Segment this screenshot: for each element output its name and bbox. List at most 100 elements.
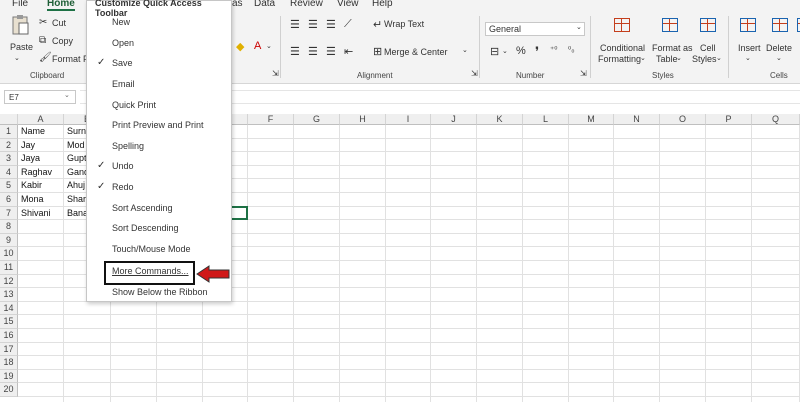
font-color-icon[interactable]: A	[254, 40, 261, 52]
cell-styles-icon[interactable]	[700, 18, 716, 32]
wrap-text-button[interactable]: Wrap Text	[384, 19, 424, 29]
cell-styles-label[interactable]: Styles	[692, 54, 717, 64]
accounting-dropdown-icon[interactable]: ⌄	[502, 47, 508, 55]
tab-help[interactable]: Help	[372, 0, 393, 9]
row-header[interactable]: 3	[0, 152, 18, 166]
row-header[interactable]: 4	[0, 165, 18, 180]
column-header[interactable]: K	[477, 114, 523, 125]
qat-menu-item[interactable]: Email	[87, 76, 231, 94]
conditional-formatting-icon[interactable]	[614, 18, 630, 32]
cell-a[interactable]: Kabir	[21, 180, 63, 190]
formatting-label[interactable]: Formatting	[598, 54, 641, 64]
align-top-icon[interactable]: ☰	[290, 18, 300, 31]
qat-menu-item[interactable]: Touch/Mouse Mode	[87, 241, 231, 259]
row-header[interactable]: 12	[0, 274, 18, 289]
row-header[interactable]: 6	[0, 193, 18, 207]
qat-menu-item[interactable]: ✓ Redo	[87, 179, 231, 197]
table-label[interactable]: Table	[656, 54, 678, 64]
column-header[interactable]: F	[248, 114, 294, 125]
cell-b[interactable]: Surn	[67, 126, 87, 136]
cell-b[interactable]: Shar	[67, 194, 87, 204]
row-header[interactable]: 8	[0, 220, 18, 234]
insert-dropdown-icon[interactable]: ⌄	[745, 54, 751, 62]
alignment-launcher-icon[interactable]: ⇲	[471, 69, 478, 78]
qat-menu-item[interactable]: Print Preview and Print	[87, 117, 231, 135]
number-launcher-icon[interactable]: ⇲	[580, 69, 587, 78]
percent-icon[interactable]: %	[516, 45, 526, 57]
qat-menu-item[interactable]: Show Below the Ribbon	[87, 284, 231, 302]
conditional-dropdown-icon[interactable]: ⌄	[640, 54, 646, 62]
column-header[interactable]: O	[660, 114, 706, 125]
column-header[interactable]: G	[294, 114, 340, 125]
row-header[interactable]: 19	[0, 369, 18, 384]
cell-styles-dropdown-icon[interactable]: ⌄	[716, 54, 722, 62]
merge-dropdown-icon[interactable]: ⌄	[462, 46, 468, 54]
column-header[interactable]: I	[386, 114, 431, 125]
cell-a[interactable]: Raghav	[21, 167, 63, 177]
qat-menu-item[interactable]: Open	[87, 35, 231, 53]
delete-dropdown-icon[interactable]: ⌄	[776, 54, 782, 62]
cell-b[interactable]: Bana	[67, 208, 87, 218]
column-header[interactable]: H	[340, 114, 386, 125]
tab-review[interactable]: Review	[290, 0, 323, 9]
orientation-icon[interactable]: ⟋	[344, 18, 352, 31]
column-header[interactable]: N	[614, 114, 660, 125]
font-color-dropdown-icon[interactable]: ⌄	[266, 42, 272, 50]
cell-a[interactable]: Jay	[21, 140, 63, 150]
column-header[interactable]: L	[523, 114, 569, 125]
tab-formulas-partial[interactable]: as	[232, 0, 243, 9]
cell-b[interactable]: Mod	[67, 140, 87, 150]
cell-b[interactable]: Gand	[67, 167, 87, 177]
row-header[interactable]: 7	[0, 206, 18, 221]
column-header[interactable]: Q	[752, 114, 800, 125]
number-format-select[interactable]: General ⌄	[485, 22, 585, 36]
align-middle-icon[interactable]: ☰	[308, 18, 318, 31]
chevron-down-icon[interactable]: ⌄	[64, 91, 70, 99]
format-as-label[interactable]: Format as	[652, 43, 693, 53]
row-header[interactable]: 9	[0, 233, 18, 248]
align-center-icon[interactable]: ☰	[308, 45, 318, 58]
qat-menu-item[interactable]: Sort Descending	[87, 220, 231, 238]
comma-style-icon[interactable]: ❜	[535, 44, 539, 60]
tab-data[interactable]: Data	[254, 0, 275, 9]
row-header[interactable]: 20	[0, 383, 18, 397]
insert-cells-icon[interactable]	[740, 18, 756, 32]
copy-button[interactable]: Copy	[52, 36, 73, 46]
cell-a[interactable]: Shivani	[21, 208, 63, 218]
tab-view[interactable]: View	[337, 0, 359, 9]
qat-menu-item[interactable]: Spelling	[87, 138, 231, 156]
cell-label[interactable]: Cell	[700, 43, 716, 53]
column-header[interactable]: P	[706, 114, 752, 125]
row-header[interactable]: 1	[0, 125, 18, 139]
format-as-table-icon[interactable]	[662, 18, 678, 32]
cell-a[interactable]: Name	[21, 126, 63, 136]
row-header[interactable]: 17	[0, 342, 18, 357]
font-launcher-icon[interactable]: ⇲	[272, 69, 279, 78]
column-header[interactable]: J	[431, 114, 477, 125]
column-header[interactable]: M	[569, 114, 614, 125]
accounting-icon[interactable]: ⊟	[490, 45, 499, 58]
qat-menu-item[interactable]: New	[87, 14, 231, 32]
qat-menu-item[interactable]: ✓ Save	[87, 55, 231, 73]
cell-a[interactable]: Jaya	[21, 153, 63, 163]
cell-b[interactable]: Gupt	[67, 153, 87, 163]
delete-cells-icon[interactable]	[772, 18, 788, 32]
row-header[interactable]: 15	[0, 315, 18, 329]
row-header[interactable]: 13	[0, 288, 18, 302]
indent-icon[interactable]: ⇤	[344, 45, 353, 58]
cell-b[interactable]: Ahuj	[67, 180, 87, 190]
align-bottom-icon[interactable]: ☰	[326, 18, 336, 31]
fill-color-icon[interactable]: ◆	[236, 40, 244, 53]
tab-home[interactable]: Home	[47, 0, 75, 11]
qat-menu-item[interactable]: ✓ Undo	[87, 158, 231, 176]
delete-button[interactable]: Delete	[766, 43, 792, 53]
row-header[interactable]: 18	[0, 356, 18, 370]
row-header[interactable]: 5	[0, 179, 18, 193]
row-header[interactable]: 11	[0, 261, 18, 275]
paste-dropdown-icon[interactable]: ⌄	[14, 54, 20, 62]
align-right-icon[interactable]: ☰	[326, 45, 336, 58]
row-header[interactable]: 2	[0, 138, 18, 153]
align-left-icon[interactable]: ☰	[290, 45, 300, 58]
decrease-decimal-icon[interactable]: ⁰₀	[568, 45, 575, 54]
merge-center-button[interactable]: Merge & Center	[384, 47, 448, 57]
